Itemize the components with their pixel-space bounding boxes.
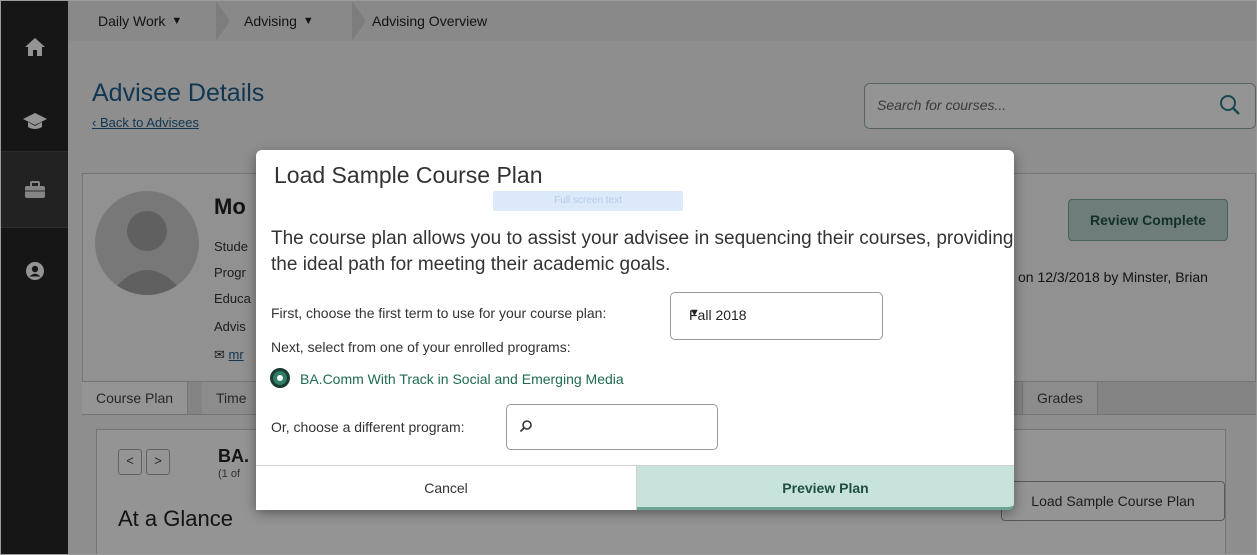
dropdown-caret-icon: ▼ (689, 307, 700, 319)
first-term-select[interactable]: Fall 2018 ▼ (670, 292, 883, 340)
fullscreen-ghost-label: Full screen text (493, 191, 683, 211)
dialog-title: Load Sample Course Plan (274, 162, 543, 188)
search-icon (519, 420, 532, 433)
load-sample-course-plan-dialog: Load Sample Course Plan Full screen text… (256, 150, 1014, 510)
different-program-label: Or, choose a different program: (271, 419, 465, 435)
program-option-label[interactable]: BA.Comm With Track in Social and Emergin… (300, 371, 624, 387)
cancel-button[interactable]: Cancel (256, 466, 637, 510)
program-radio-button[interactable] (270, 368, 290, 388)
preview-plan-button[interactable]: Preview Plan (637, 466, 1014, 510)
enrolled-programs-label: Next, select from one of your enrolled p… (271, 339, 571, 355)
dialog-description: The course plan allows you to assist you… (271, 228, 1014, 275)
app-frame: Daily Work ▼ Advising ▼ Advising Overvie… (0, 0, 1257, 555)
program-search-input[interactable] (506, 404, 718, 450)
dialog-footer: Cancel Preview Plan (256, 465, 1014, 510)
first-term-label: First, choose the first term to use for … (271, 305, 607, 321)
